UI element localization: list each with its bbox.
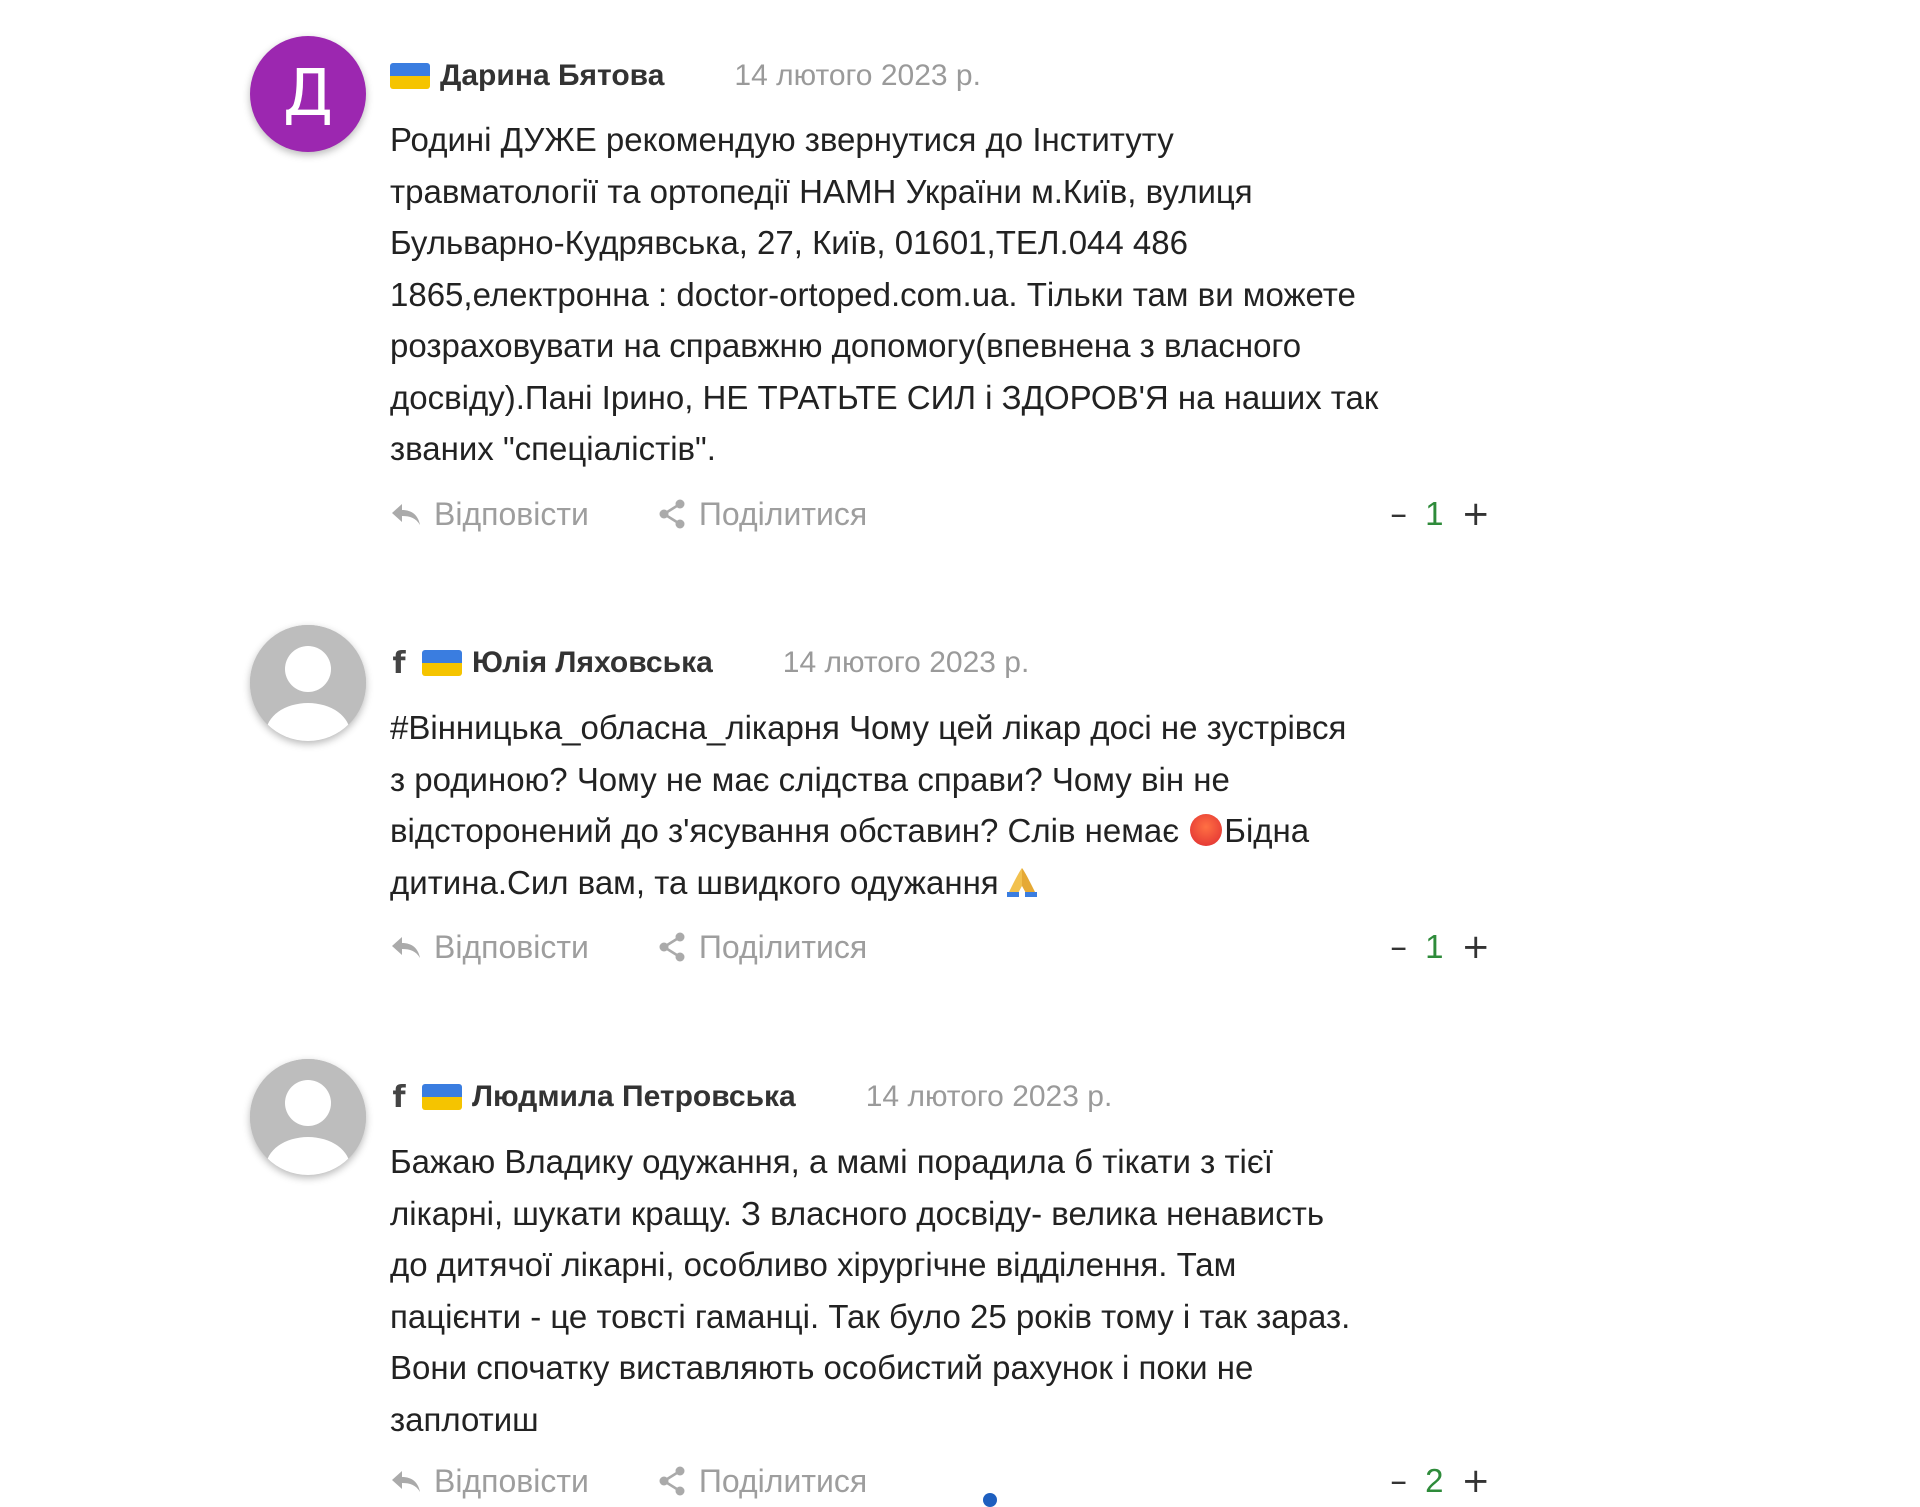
reply-label: Відповісти (434, 495, 589, 532)
vote-controls: – 1 + (1390, 494, 1490, 534)
ukraine-flag-icon (390, 63, 430, 89)
upvote-button[interactable]: + (1462, 927, 1491, 967)
share-label: Поділитися (698, 495, 868, 532)
reply-button[interactable]: Відповісти (390, 1463, 589, 1500)
comment-text: Бажаю Владику одужання, а мамі порадила … (390, 1143, 1351, 1438)
share-icon (659, 1466, 685, 1496)
reply-icon (392, 937, 420, 958)
share-label: Поділитися (698, 928, 868, 965)
share-icon (659, 932, 685, 962)
vote-score: 1 (1425, 928, 1444, 965)
facebook-icon: f (392, 645, 406, 681)
reply-label: Відповісти (434, 1462, 589, 1499)
comment-date: 14 лютого 2023 р. (734, 59, 981, 92)
author-name[interactable]: Людмила Петровська (472, 1080, 796, 1114)
author-name[interactable]: Юлія Ляховська (472, 646, 713, 680)
comment-header: f Юлія Ляховська 14 лютого 2023 р. (390, 643, 1029, 683)
comment-text: #Вінницька_обласна_лікарня Чому цей ліка… (390, 702, 1510, 908)
author-name[interactable]: Дарина Бятова (440, 59, 664, 93)
vote-score: 2 (1425, 1462, 1444, 1499)
downvote-button[interactable]: – (1390, 494, 1407, 534)
comment-actions: Відповісти Поділитися – 1 + (390, 927, 1490, 967)
reply-button[interactable]: Відповісти (390, 496, 589, 533)
reply-button[interactable]: Відповісти (390, 929, 589, 966)
comment-actions: Відповісти Поділитися – 1 + (390, 494, 1490, 534)
comment-text: Родині ДУЖЕ рекомендую звернутися до Інс… (390, 121, 1379, 467)
share-icon (659, 499, 685, 529)
share-button[interactable]: Поділитися (657, 929, 867, 966)
avatar[interactable] (250, 625, 366, 741)
upvote-button[interactable]: + (1462, 1461, 1491, 1501)
default-user-icon (250, 1059, 366, 1175)
vote-score: 1 (1425, 495, 1444, 532)
share-button[interactable]: Поділитися (657, 1463, 867, 1500)
comment-date: 14 лютого 2023 р. (782, 646, 1030, 679)
avatar[interactable]: Д (250, 36, 366, 152)
upvote-button[interactable]: + (1462, 494, 1491, 534)
reply-icon (392, 1471, 420, 1492)
downvote-button[interactable]: – (1390, 927, 1407, 967)
avatar[interactable] (250, 1059, 366, 1175)
default-user-icon (250, 625, 366, 741)
facebook-icon: f (392, 1079, 406, 1115)
comment-header: Дарина Бятова 14 лютого 2023 р. (390, 56, 981, 96)
comment-date: 14 лютого 2023 р. (865, 1080, 1113, 1113)
angry-face-icon (1190, 814, 1223, 846)
ukraine-flag-icon (422, 650, 462, 676)
share-label: Поділитися (698, 1462, 868, 1499)
scroll-indicator[interactable] (983, 1493, 997, 1507)
ukraine-flag-icon (422, 1084, 462, 1110)
share-button[interactable]: Поділитися (657, 496, 867, 533)
praying-hands-icon (1006, 867, 1037, 897)
reply-label: Відповісти (434, 928, 589, 965)
vote-controls: – 1 + (1390, 927, 1490, 967)
vote-controls: – 2 + (1390, 1461, 1490, 1501)
downvote-button[interactable]: – (1390, 1461, 1407, 1501)
reply-icon (392, 504, 420, 525)
comment-actions: Відповісти Поділитися – 2 + (390, 1461, 1490, 1501)
comment-header: f Людмила Петровська 14 лютого 2023 р. (390, 1077, 1112, 1117)
